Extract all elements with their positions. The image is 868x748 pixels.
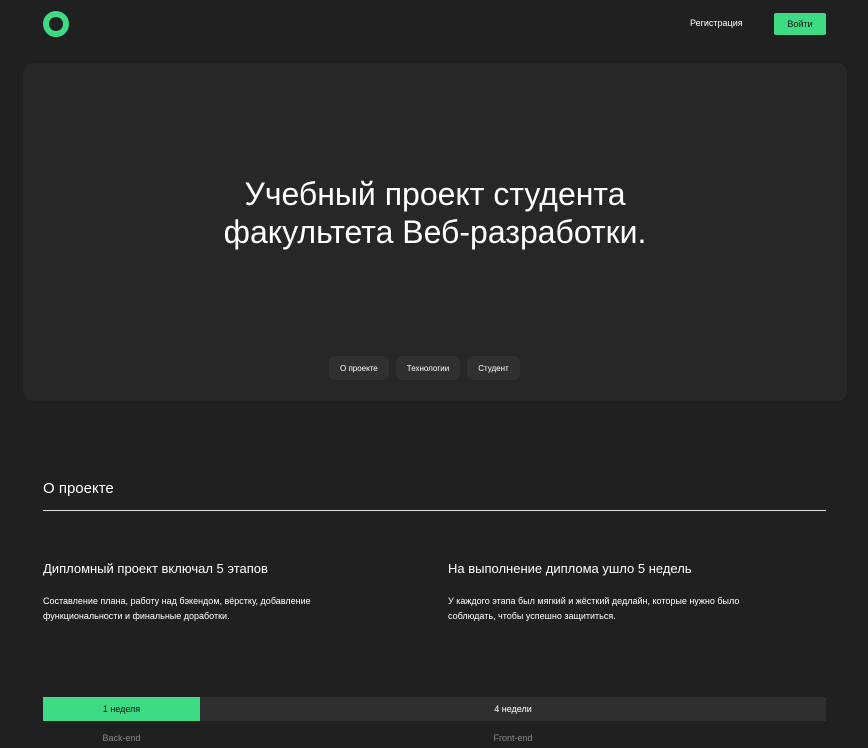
timeline-backend-duration: 1 неделя	[43, 697, 200, 721]
nav-tab-about[interactable]: О проекте	[329, 356, 389, 380]
hero-nav: О проекте Технологии Студент	[329, 356, 520, 380]
column-text: У каждого этапа был мягкий и жёсткий дед…	[448, 596, 740, 621]
nav-tab-techs[interactable]: Технологии	[395, 356, 461, 380]
timeline-frontend-label: Front-end	[493, 733, 533, 743]
column-text: Составление плана, работу над бэкендом, …	[43, 596, 311, 621]
timeline-backend-label: Back-end	[102, 733, 141, 743]
site-header: Регистрация Войти	[0, 0, 868, 48]
about-column-stages: Дипломный проект включал 5 этапов Состав…	[43, 561, 383, 624]
about-column-weeks: На выполнение диплома ушло 5 недель У ка…	[448, 561, 788, 624]
timeline-frontend-duration: 4 недели	[200, 697, 826, 721]
timeline-labels: Back-end Front-end	[43, 729, 826, 747]
hero-title: Учебный проект студента факультета Веб-р…	[223, 176, 647, 250]
timeline-bar: 1 неделя 4 недели	[43, 697, 826, 721]
login-button[interactable]: Войти	[774, 13, 826, 35]
column-heading: На выполнение диплома ушло 5 недель	[448, 561, 692, 576]
about-section-title: О проекте	[43, 480, 114, 497]
hero-banner: Учебный проект студента факультета Веб-р…	[23, 63, 847, 401]
register-link[interactable]: Регистрация	[690, 18, 743, 28]
logo-icon[interactable]	[43, 11, 69, 37]
nav-tab-student[interactable]: Студент	[467, 356, 520, 380]
section-divider	[43, 510, 826, 511]
column-heading: Дипломный проект включал 5 этапов	[43, 561, 268, 576]
